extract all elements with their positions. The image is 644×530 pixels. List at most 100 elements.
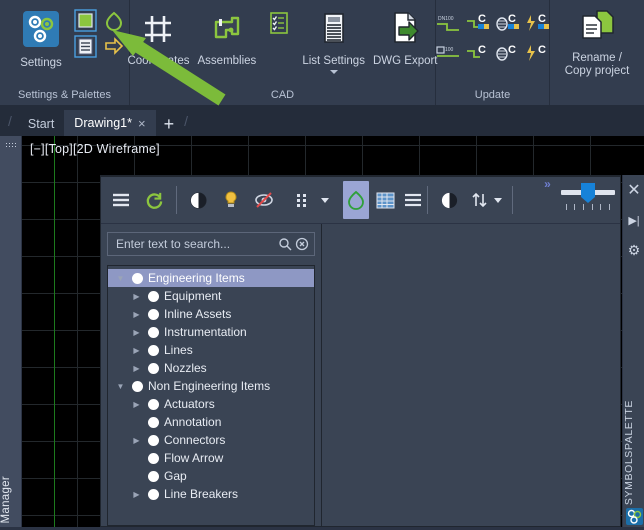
size-slider-track[interactable] [561,190,615,195]
chevron-right-icon[interactable]: ▶ [130,490,143,499]
update-c-icon[interactable]: C [465,12,491,36]
toolbar-overflow-icon[interactable]: » [544,177,551,223]
svg-text:C: C [538,13,546,25]
assemblies-button[interactable]: Assemblies [194,7,261,68]
tree-item[interactable]: ▶ Lines [108,341,314,359]
update-c-plain-icon[interactable]: C [465,42,491,66]
drag-grip-icon[interactable] [5,142,17,148]
list-view-icon[interactable] [401,188,425,212]
chevron-right-icon[interactable]: ▶ [130,292,143,301]
tree-item[interactable]: ▶ Equipment [108,287,314,305]
chevron-right-icon[interactable]: ▶ [130,346,143,355]
menu-hamburger-icon[interactable] [109,188,133,212]
tree-item-label: Equipment [164,289,221,303]
list-settings-button-label: List Settings [302,55,365,68]
settings-button[interactable]: Settings [16,7,66,70]
tree-item[interactable]: ▶Line Breakers [108,485,314,503]
right-dock-strip[interactable]: ✕ ▶| ⚙ SYMBOLSPALETTE [622,175,644,527]
dwg-export-button[interactable]: DWG Export [369,7,442,68]
ribbon-group-title-update: Update [440,85,545,105]
update-tag-icon[interactable]: 100 [435,42,461,66]
tree-item[interactable]: ▶Connectors [108,431,314,449]
grid-view-icon[interactable] [373,188,397,212]
svg-text:C: C [538,44,546,56]
settings-gear-icon[interactable]: ⚙ [623,239,644,261]
palette-tree-pane: Enter text to search... ▼Engineering Ite… [101,224,322,526]
chevron-down-icon[interactable] [330,70,338,74]
symbol-palette-badge-icon[interactable] [626,508,643,525]
tree-item[interactable]: ▼ Non Engineering Items [108,377,314,395]
chevron-right-icon[interactable]: ▶ [130,364,143,373]
left-dock-strip[interactable]: Manager [0,136,22,527]
update-c-flash-icon[interactable]: C [525,12,551,36]
tree-item[interactable]: ▶Actuators [108,395,314,413]
tab-drawing1[interactable]: Drawing1* × [64,110,155,136]
lightbulb-icon[interactable] [219,188,243,212]
chevron-right-icon[interactable]: ▶ [130,310,143,319]
close-icon[interactable]: × [138,116,146,131]
chevron-right-icon[interactable]: ▶ [130,400,143,409]
assemblies-button-label: Assemblies [198,55,257,68]
contrast-circle-icon[interactable] [438,188,462,212]
palette-body: Enter text to search... ▼Engineering Ite… [101,224,620,526]
magnifier-icon[interactable] [276,236,293,253]
ribbon-group-settings-palettes: Settings [0,0,130,105]
list-settings-icon [314,11,354,52]
tree-item[interactable]: ▼Engineering Items [108,269,314,287]
close-icon[interactable]: ✕ [623,179,644,201]
grid-dots-menu[interactable] [284,177,343,223]
refresh-icon[interactable] [142,188,166,212]
update-c-multi-plain-icon[interactable]: C [495,42,521,66]
symbol-category-tree[interactable]: ▼Engineering Items ▶ Equipment ▶ Inline Asse… [107,265,315,526]
tree-item-bullet-icon [132,273,143,284]
rename-copy-project-button[interactable]: Rename / Copy project [554,6,640,78]
tree-item[interactable]: Flow Arrow [108,449,314,467]
chevron-down-icon[interactable] [494,198,502,203]
coordinates-button[interactable]: Coordinates [123,7,193,68]
tree-item-label: Non Engineering Items [148,379,270,393]
symbol-preview-pane[interactable] [322,224,620,526]
size-slider-ticks [561,204,615,210]
hidden-eye-icon[interactable] [252,188,276,212]
chevron-right-icon[interactable]: ▶ [130,328,143,337]
chevron-down-icon[interactable]: ▼ [114,382,127,391]
clear-circle-icon[interactable] [293,236,310,253]
document-tab-bar: / Start Drawing1* × + / [0,105,644,136]
tab-start[interactable]: Start [18,112,64,136]
chevron-down-icon[interactable]: ▼ [114,274,127,283]
add-tab-button[interactable]: + [156,115,183,136]
size-slider[interactable] [561,177,615,223]
list-settings-button[interactable]: List Settings [298,7,369,74]
tree-item[interactable]: ▶ Inline Assets [108,305,314,323]
search-input[interactable]: Enter text to search... [107,232,315,256]
green-square-palette-icon[interactable] [72,9,98,33]
chevron-down-icon[interactable] [321,198,329,203]
contrast-circle-icon[interactable] [186,188,210,212]
tree-item-bullet-icon [148,435,159,446]
tree-item[interactable]: ▶Instrumentation [108,323,314,341]
tab-start-label: Start [28,117,54,131]
tree-item-bullet-icon [148,291,159,302]
tree-item-label: Lines [164,343,193,357]
tree-item[interactable]: Gap [108,467,314,485]
list-palette-icon[interactable] [72,35,98,59]
tree-item-label: Inline Assets [164,307,231,321]
ribbon-toolbar: Settings [0,0,644,105]
size-slider-thumb[interactable] [581,183,595,197]
chevron-right-icon[interactable]: ▶ [130,436,143,445]
update-c-multi-icon[interactable]: C [495,12,521,36]
rename-copy-project-label: Rename / Copy project [558,52,636,78]
settings-gears-icon [21,9,61,54]
viewport-label[interactable]: [−][Top][2D Wireframe] [30,142,160,156]
checklist-icon[interactable] [266,11,292,35]
tree-item-bullet-icon [148,399,159,410]
unpin-icon[interactable]: ▶| [623,209,644,231]
tree-item-label: Gap [164,469,187,483]
update-c-flash-plain-icon[interactable]: C [525,42,551,66]
sort-arrows-icon[interactable] [471,188,489,212]
drop-outline-view-icon[interactable] [343,181,369,219]
update-dn-label-icon[interactable]: DN100 [435,12,461,36]
grid-dots-icon[interactable] [292,188,316,212]
tree-item[interactable]: ▶Nozzles [108,359,314,377]
tree-item[interactable]: Annotation [108,413,314,431]
